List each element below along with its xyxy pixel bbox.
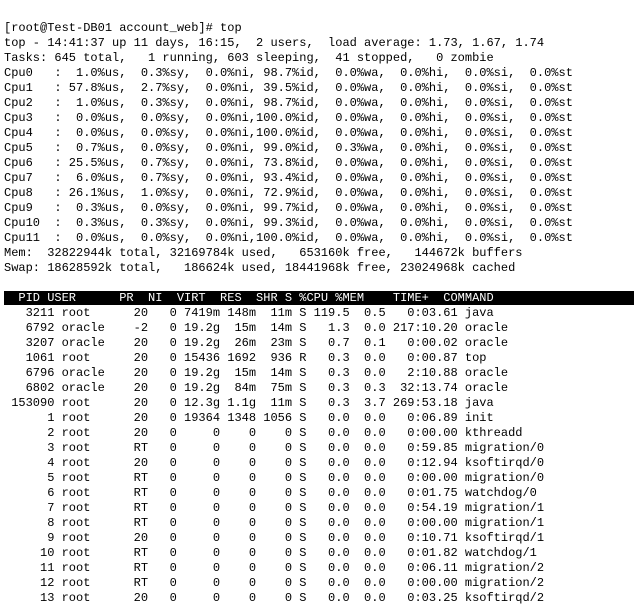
cpu-block: Cpu0 : 1.0%us, 0.3%sy, 0.0%ni, 98.7%id, …: [4, 66, 630, 246]
summary-line-2: Tasks: 645 total, 1 running, 603 sleepin…: [4, 51, 494, 65]
command: top: [220, 21, 242, 35]
process-header: PID USER PR NI VIRT RES SHR S %CPU %MEM …: [4, 291, 634, 305]
mem-line: Mem: 32822944k total, 32169784k used, 65…: [4, 246, 522, 260]
summary-line-1: top - 14:41:37 up 11 days, 16:15, 2 user…: [4, 36, 544, 50]
swap-line: Swap: 18628592k total, 186624k used, 184…: [4, 261, 515, 275]
shell-prompt: [root@Test-DB01 account_web]#: [4, 21, 220, 35]
process-list: 3211 root 20 0 7419m 148m 11m S 119.5 0.…: [4, 306, 630, 606]
terminal[interactable]: [root@Test-DB01 account_web]# top top - …: [0, 0, 634, 606]
